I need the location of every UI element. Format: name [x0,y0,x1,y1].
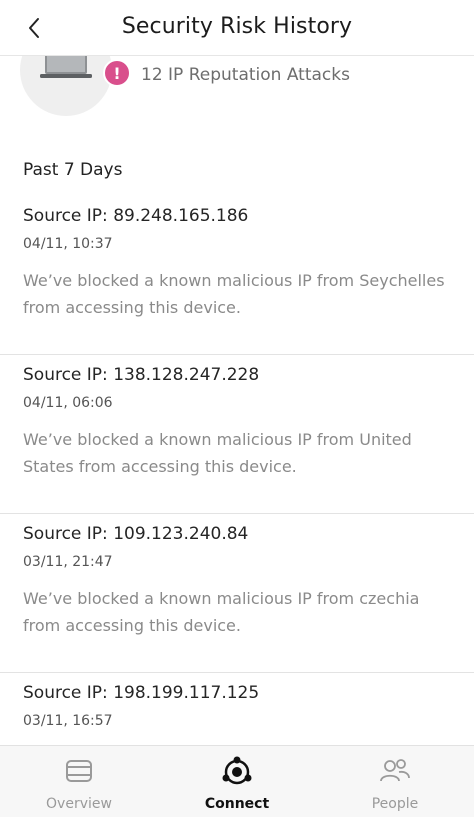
overview-icon [66,760,92,782]
event-source-ip: Source IP: 109.123.240.84 [23,524,249,544]
event-time: 03/11, 21:47 [23,554,113,570]
event-message: We’ve blocked a known malicious IP from … [23,430,412,476]
event-item[interactable]: Source IP: 89.248.165.186 04/11, 10:37 W… [0,196,474,355]
event-item[interactable]: Source IP: 138.128.247.228 04/11, 06:06 … [0,355,474,514]
header: Security Risk History [0,0,474,56]
connect-icon [222,756,252,785]
period-label: Past 7 Days [23,160,123,180]
nav-label: People [371,796,419,812]
event-message: We’ve blocked a known malicious IP from … [23,589,420,635]
summary: ! 12 IP Reputation Attacks [0,24,474,120]
nav-connect[interactable]: Connect [158,746,316,817]
alert-badge: ! [103,59,131,87]
events-list: Source IP: 89.248.165.186 04/11, 10:37 W… [0,196,474,817]
event-item[interactable]: Source IP: 109.123.240.84 03/11, 21:47 W… [0,514,474,673]
bottom-nav: Overview Connect People [0,745,474,817]
event-time: 03/11, 16:57 [23,713,113,729]
attack-summary: 12 IP Reputation Attacks [141,65,350,85]
event-time: 04/11, 06:06 [23,395,113,411]
nav-overview[interactable]: Overview [0,746,158,817]
screen: Security Risk History ! 12 IP Reputation… [0,0,474,817]
event-source-ip: Source IP: 89.248.165.186 [23,206,249,226]
event-source-ip: Source IP: 198.199.117.125 [23,683,260,703]
nav-people[interactable]: People [316,746,474,817]
nav-label: Overview [46,796,112,812]
event-message: We’ve blocked a known malicious IP from … [23,271,445,317]
event-source-ip: Source IP: 138.128.247.228 [23,365,260,385]
nav-label: Connect [204,796,270,812]
event-time: 04/11, 10:37 [23,236,113,252]
people-icon [380,759,410,782]
page-title: Security Risk History [121,14,353,39]
